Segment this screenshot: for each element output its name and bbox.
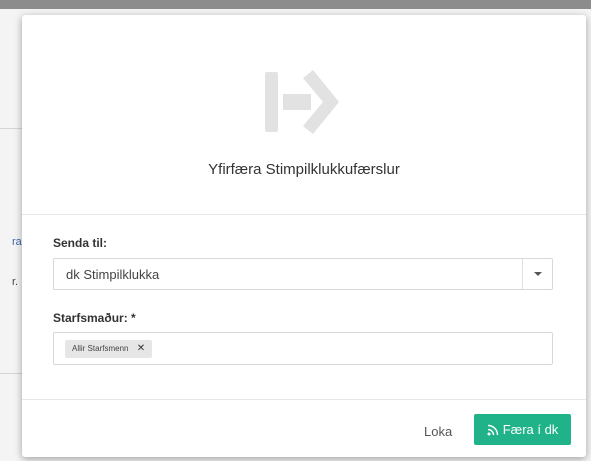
transfer-to-dk-button[interactable]: Færa í dk	[474, 414, 571, 445]
modal-title: Yfirfæra Stimpilklukkufærslur	[208, 161, 400, 178]
modal-footer: Loka Færa í dk	[22, 399, 586, 457]
send-to-dropdown-toggle[interactable]	[522, 259, 552, 289]
employee-label: Starfsmaður: *	[53, 311, 136, 325]
employee-tag: Allir Starfsmenn ✕	[65, 340, 153, 358]
arrow-right-from-bracket-icon	[265, 70, 339, 134]
close-icon[interactable]: ✕	[137, 340, 145, 358]
employee-multiselect[interactable]: Allir Starfsmenn ✕	[53, 332, 553, 365]
send-to-label: Senda til:	[53, 236, 108, 250]
send-to-selected-value: dk Stimpilklukka	[66, 267, 160, 282]
rss-icon	[487, 424, 498, 435]
employee-tag-label: Allir Starfsmenn	[72, 344, 129, 353]
modal-header: Yfirfæra Stimpilklukkufærslur	[22, 15, 586, 215]
chevron-down-icon	[534, 272, 542, 276]
modal-body: Senda til: dk Stimpilklukka Starfsmaður:…	[22, 216, 586, 399]
backdrop-edge-text: ra	[12, 236, 22, 248]
backdrop-edge-text: r.	[12, 276, 19, 288]
send-to-select[interactable]: dk Stimpilklukka	[53, 258, 553, 290]
close-button[interactable]: Loka	[424, 424, 452, 439]
backdrop-top-strip	[0, 0, 591, 9]
transfer-modal: Yfirfæra Stimpilklukkufærslur Senda til:…	[22, 15, 586, 457]
backdrop-divider	[0, 373, 22, 374]
backdrop-divider	[0, 128, 22, 129]
transfer-to-dk-label: Færa í dk	[502, 422, 559, 437]
